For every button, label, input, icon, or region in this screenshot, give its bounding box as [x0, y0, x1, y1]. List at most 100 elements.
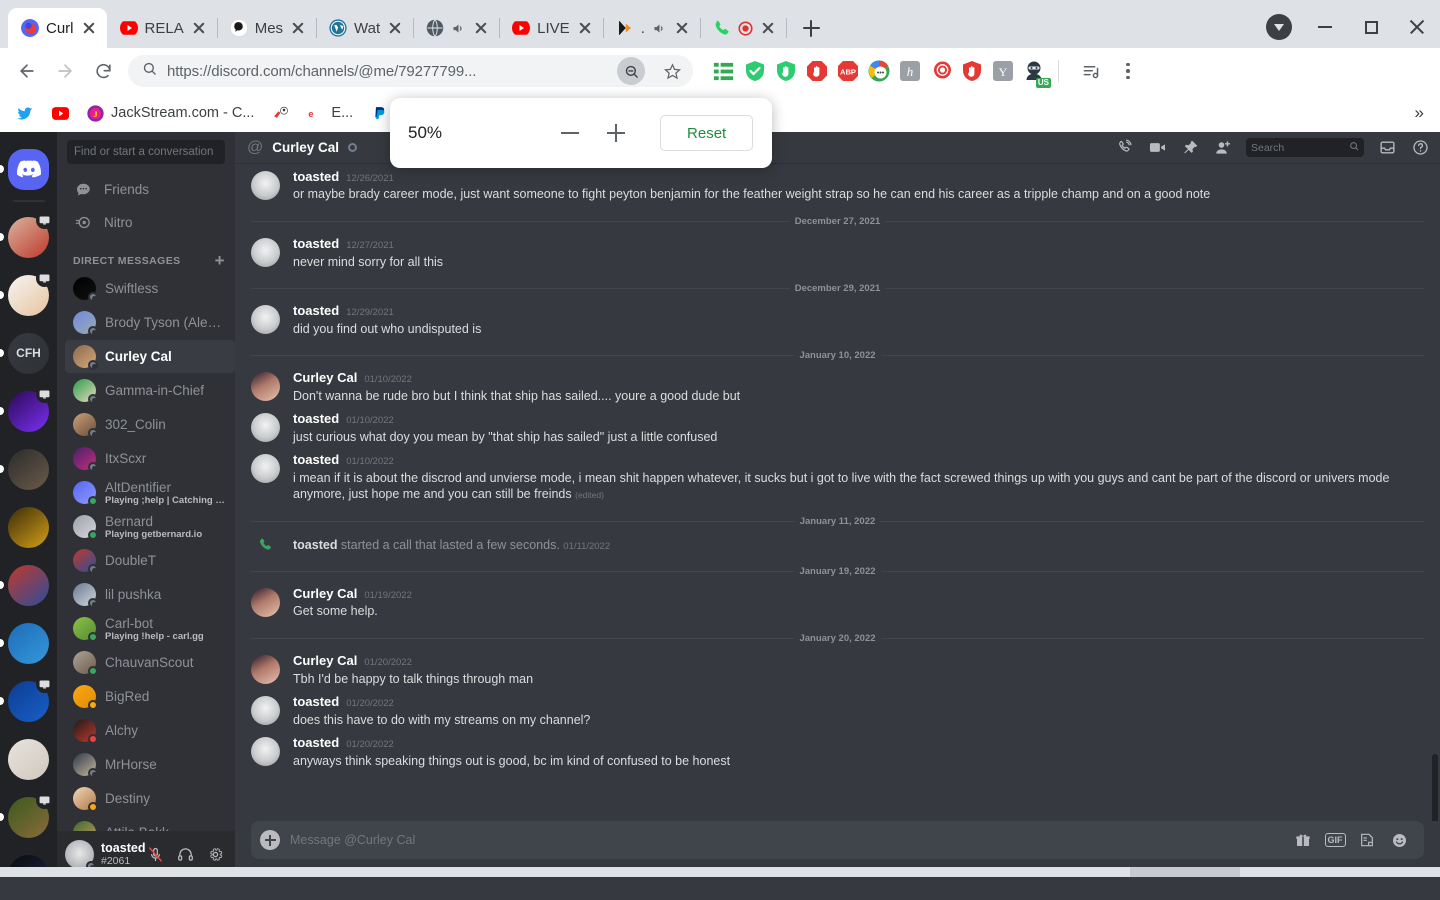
avatar[interactable] — [251, 305, 280, 335]
new-tab-button[interactable] — [796, 13, 826, 43]
sidebar-item-friends[interactable]: Friends — [65, 173, 235, 206]
chevron-down-icon[interactable] — [1266, 14, 1292, 40]
red-shield-icon[interactable] — [959, 59, 984, 84]
kebab-menu-icon[interactable] — [1116, 59, 1140, 83]
server-purple-neon[interactable] — [0, 382, 57, 440]
avatar[interactable] — [251, 454, 280, 484]
message-author[interactable]: toasted — [293, 236, 339, 251]
sidebar-item-doublet[interactable]: DoubleT — [65, 544, 235, 577]
sidebar-item-lil-pushka[interactable]: lil pushka — [65, 578, 235, 611]
zoom-reset-button[interactable]: Reset — [660, 115, 754, 151]
bookmark-item[interactable] — [10, 101, 41, 126]
bookmark-item[interactable]: e E... — [300, 101, 360, 126]
browser-tab[interactable]: . — [603, 8, 702, 48]
server-red-blue[interactable] — [0, 556, 57, 614]
profile-chip-button[interactable] — [1256, 10, 1302, 44]
bookmark-item[interactable]: J JackStream.com - C... — [80, 101, 261, 126]
server-food-plate[interactable] — [0, 788, 57, 846]
message-author[interactable]: toasted — [293, 303, 339, 318]
minimize-window-button[interactable] — [1302, 10, 1348, 44]
close-tab-button[interactable] — [473, 20, 489, 36]
check-shield-icon[interactable] — [742, 59, 767, 84]
server-tro-blue[interactable] — [0, 672, 57, 730]
honey-icon[interactable]: h — [897, 59, 922, 84]
pinned-messages-icon[interactable] — [1180, 138, 1200, 158]
close-tab-button[interactable] — [290, 20, 306, 36]
message-author[interactable]: toasted — [293, 411, 339, 426]
zoom-out-button[interactable] — [552, 115, 588, 151]
sidebar-item-swiftless[interactable]: Swiftless — [65, 272, 235, 305]
headphones-icon[interactable] — [174, 843, 197, 866]
emoji-icon[interactable] — [1388, 829, 1410, 851]
bookmark-item[interactable] — [45, 101, 76, 126]
home-discord-button[interactable] — [0, 140, 57, 198]
microphone-muted-icon[interactable] — [144, 843, 167, 866]
server-cfh[interactable]: CFH — [0, 324, 57, 382]
avatar[interactable] — [251, 171, 280, 200]
message-author[interactable]: toasted — [293, 453, 339, 468]
reload-button[interactable] — [86, 54, 120, 88]
close-tab-button[interactable] — [674, 20, 690, 36]
sidebar-item-nitro[interactable]: Nitro — [65, 206, 235, 239]
forward-button[interactable] — [48, 54, 82, 88]
sidebar-item-bernard[interactable]: Bernard Playing getbernard.io — [65, 510, 235, 543]
sidebar-item-attila-bakk[interactable]: Attila Bakk — [65, 816, 235, 831]
grammarly-y-icon[interactable]: Y — [990, 59, 1015, 84]
sidebar-item-altdentifier[interactable]: AltDentifier Playing ;help | Catching cri… — [65, 476, 235, 509]
search-input[interactable]: Search — [1246, 138, 1364, 157]
avatar[interactable] — [251, 413, 280, 443]
message-author[interactable]: Curley Cal — [293, 586, 357, 601]
sidebar-item-destiny[interactable]: Destiny — [65, 782, 235, 815]
ninja-avatar-icon[interactable]: US — [1021, 59, 1051, 88]
red-rings-icon[interactable] — [928, 59, 953, 84]
message-author[interactable]: toasted — [293, 735, 339, 750]
colorful-circle-icon[interactable] — [866, 59, 891, 84]
close-tab-button[interactable] — [387, 20, 403, 36]
message-input[interactable]: Message @Curley Cal GIF — [251, 821, 1424, 859]
browser-tab[interactable]: Mes — [217, 8, 318, 48]
sidebar-item-alchy[interactable]: Alchy — [65, 714, 235, 747]
server-cap-person[interactable] — [0, 440, 57, 498]
browser-tab[interactable] — [700, 8, 787, 48]
list-extension-icon[interactable] — [711, 59, 736, 84]
sidebar-item-chauvanscout[interactable]: ChauvanScout — [65, 646, 235, 679]
add-attachment-icon[interactable] — [260, 830, 280, 850]
add-friends-icon[interactable] — [1213, 138, 1233, 158]
tab-mute-icon[interactable] — [652, 21, 667, 36]
gif-button[interactable]: GIF — [1324, 829, 1346, 851]
tab-mute-icon[interactable] — [451, 21, 466, 36]
sidebar-item-gamma-in-chief[interactable]: Gamma-in-Chief — [65, 374, 235, 407]
avatar[interactable] — [251, 696, 280, 726]
adblock-plus-icon[interactable]: ABP — [835, 59, 860, 84]
browser-tab[interactable]: LIVE — [499, 8, 604, 48]
close-window-button[interactable] — [1394, 10, 1440, 44]
avatar[interactable] — [251, 737, 280, 767]
gear-icon[interactable] — [204, 843, 227, 866]
sidebar-item-mrhorse[interactable]: MrHorse — [65, 748, 235, 781]
start-video-call-icon[interactable] — [1147, 138, 1167, 158]
avatar[interactable] — [251, 238, 280, 268]
bookmark-item[interactable] — [265, 101, 296, 126]
inbox-icon[interactable] — [1377, 138, 1397, 158]
close-tab-button[interactable] — [577, 20, 593, 36]
server-kid-photo[interactable] — [0, 208, 57, 266]
dm-search-input[interactable]: Find or start a conversation — [67, 140, 225, 164]
message-author[interactable]: toasted — [293, 169, 339, 184]
sidebar-item-carl-bot[interactable]: Carl-bot Playing !help - carl.gg — [65, 612, 235, 645]
maximize-window-button[interactable] — [1348, 10, 1394, 44]
green-shield-icon[interactable] — [773, 59, 798, 84]
browser-tab[interactable] — [413, 8, 501, 48]
server-white-cat[interactable] — [0, 730, 57, 788]
avatar[interactable] — [251, 655, 280, 685]
close-tab-button[interactable] — [760, 20, 776, 36]
zoom-in-button[interactable] — [598, 115, 634, 151]
sidebar-item-bigred[interactable]: BigRed — [65, 680, 235, 713]
address-bar[interactable]: https://discord.com/channels/@me/7927779… — [128, 55, 693, 87]
server-hydro-nation[interactable] — [0, 498, 57, 556]
message-scrollbar[interactable] — [1432, 754, 1438, 821]
help-icon[interactable] — [1410, 138, 1430, 158]
back-button[interactable] — [10, 54, 44, 88]
browser-tab[interactable]: RELA — [107, 8, 218, 48]
avatar[interactable] — [251, 588, 280, 617]
browser-tab[interactable]: Wat — [316, 8, 415, 48]
